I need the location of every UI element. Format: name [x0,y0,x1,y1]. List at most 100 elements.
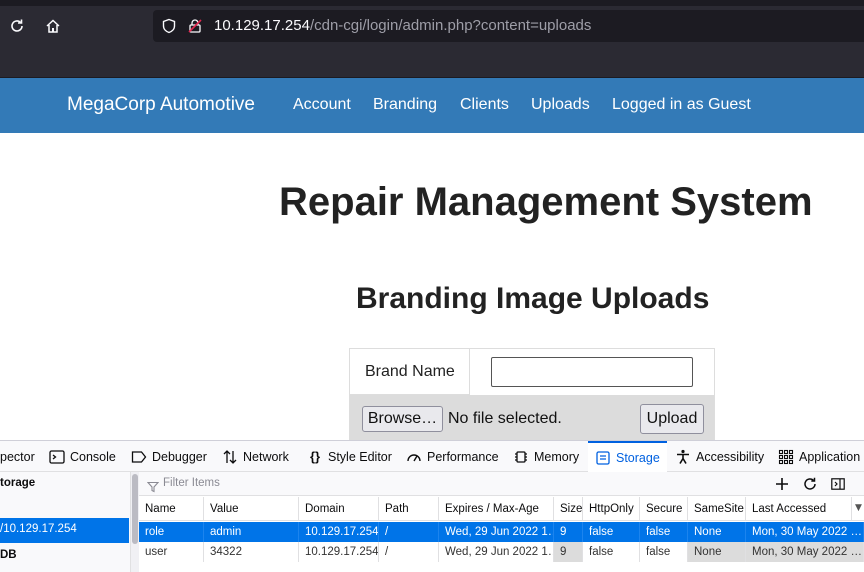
cookie-path: / [379,542,439,562]
tab-application[interactable]: Application [778,441,860,472]
filter-input[interactable]: Filter Items [163,477,220,489]
cookie-table-panel: Filter Items Name Value Domain Path Expi… [139,472,864,572]
tab-performance[interactable]: Performance [406,441,499,472]
url-host: 10.129.17.254 [214,17,310,34]
site-navbar: MegaCorp Automotive Account Branding Cli… [0,78,864,133]
column-menu-icon[interactable]: ▼ [855,503,862,513]
storage-icon [595,450,611,466]
cookie-last-accessed: Mon, 30 May 2022 … [746,522,864,542]
tab-network[interactable]: Network [222,441,289,472]
sidebar-toggle-icon[interactable] [829,475,847,493]
performance-icon [406,449,422,465]
url-bar[interactable]: 10.129.17.254/cdn-cgi/login/admin.php?co… [153,10,864,42]
accessibility-icon [675,449,691,465]
url-text[interactable]: 10.129.17.254/cdn-cgi/login/admin.php?co… [214,17,591,34]
cookie-httponly: false [583,522,640,542]
file-row: Browse… No file selected. Upload [350,395,714,441]
nav-branding[interactable]: Branding [373,96,437,114]
col-expires[interactable]: Expires / Max-Age [439,497,554,521]
cookie-httponly: false [583,542,640,562]
cookie-secure: false [640,522,688,542]
grid-icon [778,449,794,465]
filter-bar: Filter Items [139,472,864,496]
col-last-accessed[interactable]: Last Accessed [746,497,852,521]
col-secure[interactable]: Secure [640,497,688,521]
sidebar-item-host[interactable]: /10.129.17.254 [0,518,129,543]
cookie-name: role [139,522,204,542]
tab-style-editor[interactable]: {} Style Editor [307,441,392,472]
sidebar-heading[interactable]: torage [0,477,35,489]
cookie-name: user [139,542,204,562]
insecure-lock-icon[interactable] [187,18,203,38]
devtools-panel: pector Console Debugger Network {} Style… [0,440,864,572]
tab-memory[interactable]: Memory [513,441,579,472]
devtools-tabbar: pector Console Debugger Network {} Style… [0,441,864,472]
section-title: Branding Image Uploads [356,282,710,315]
tab-inspector-label: pector [0,449,35,464]
cookie-last-accessed: Mon, 30 May 2022 … [746,542,864,562]
network-icon [222,449,238,465]
brand-name-input[interactable] [491,357,693,387]
console-icon [49,449,65,465]
col-size[interactable]: Size [554,497,583,521]
cookie-secure: false [640,542,688,562]
nav-clients[interactable]: Clients [460,96,509,114]
cookie-samesite: None [688,522,746,542]
tab-application-label: Application [799,449,861,464]
tab-storage-label: Storage [616,450,660,465]
cookie-size: 9 [554,542,583,562]
cookie-path: / [379,522,439,542]
refresh-icon[interactable] [801,475,819,493]
table-row[interactable]: user 34322 10.129.17.254 / Wed, 29 Jun 2… [139,542,864,562]
braces-icon: {} [309,449,321,464]
sidebar-scrollbar[interactable] [131,472,139,572]
upload-form: Brand Name Browse… No file selected. Upl… [349,348,715,441]
col-samesite[interactable]: SameSite [688,497,746,521]
col-httponly[interactable]: HttpOnly [583,497,640,521]
sidebar-item-db[interactable]: DB [0,549,17,561]
filter-icon [146,478,160,497]
cookie-value: 34322 [204,542,299,562]
nav-logged-in-as[interactable]: Logged in as Guest [612,96,751,114]
browse-button[interactable]: Browse… [362,406,443,432]
browser-toolbar: 10.129.17.254/cdn-cgi/login/admin.php?co… [0,6,864,46]
brand-link[interactable]: MegaCorp Automotive [67,94,255,116]
tab-performance-label: Performance [427,449,499,464]
tab-console[interactable]: Console [49,441,116,472]
brand-label-cell: Brand Name [350,349,470,395]
upload-button[interactable]: Upload [640,404,704,434]
tab-style-editor-label: Style Editor [328,449,392,464]
url-path: /cdn-cgi/login/admin.php?content=uploads [309,17,592,34]
cookie-table-header: Name Value Domain Path Expires / Max-Age… [139,497,864,521]
nav-uploads[interactable]: Uploads [531,96,590,114]
cookie-size: 9 [554,522,583,542]
tab-debugger[interactable]: Debugger [131,441,207,472]
table-row[interactable]: role admin 10.129.17.254 / Wed, 29 Jun 2… [139,522,864,542]
tab-accessibility[interactable]: Accessibility [675,441,764,472]
nav-account[interactable]: Account [293,96,351,114]
tab-console-label: Console [70,449,116,464]
tab-storage[interactable]: Storage [588,441,667,472]
cookie-value: admin [204,522,299,542]
col-value[interactable]: Value [204,497,299,521]
cookie-samesite: None [688,542,746,562]
col-name[interactable]: Name [139,497,204,521]
cookie-domain: 10.129.17.254 [299,542,379,562]
file-status-text: No file selected. [448,410,562,427]
cookie-expires: Wed, 29 Jun 2022 1… [439,542,554,562]
col-domain[interactable]: Domain [299,497,379,521]
debugger-icon [131,449,147,465]
storage-sidebar: torage /10.129.17.254 DB [0,472,131,572]
col-path[interactable]: Path [379,497,439,521]
cookie-domain: 10.129.17.254 [299,522,379,542]
add-item-icon[interactable] [773,475,791,493]
sidebar-item-host-label: /10.129.17.254 [0,523,77,535]
reload-icon[interactable] [6,15,28,37]
tab-inspector[interactable]: pector [0,441,35,472]
page-title: Repair Management System [279,180,813,224]
sidebar-scrollbar-thumb[interactable] [132,474,138,544]
shield-icon[interactable] [161,18,177,38]
bookmarks-area [0,46,864,78]
memory-icon [513,449,529,465]
home-icon[interactable] [42,15,64,37]
